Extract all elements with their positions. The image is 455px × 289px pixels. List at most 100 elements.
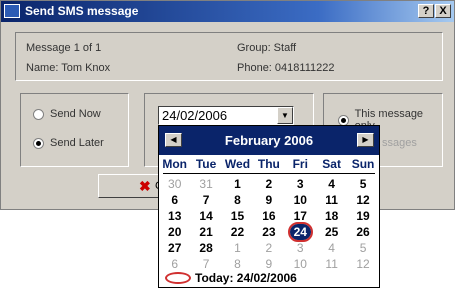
today-link[interactable]: Today: 24/02/2006 xyxy=(165,271,297,285)
day-cell[interactable]: 5 xyxy=(347,240,378,256)
day-number: 31 xyxy=(199,177,213,191)
day-cell[interactable]: 7 xyxy=(190,256,221,272)
title-bar: Send SMS message ? X xyxy=(1,1,454,22)
this-message-only-radio[interactable] xyxy=(338,114,349,126)
day-cell[interactable]: 2 xyxy=(253,240,284,256)
day-number: 6 xyxy=(171,193,179,207)
day-cell[interactable]: 12 xyxy=(347,192,378,208)
selected-day-cell[interactable]: 24 xyxy=(285,222,316,242)
day-cell[interactable]: 1 xyxy=(222,176,253,192)
send-later-label: Send Later xyxy=(50,137,104,149)
day-cell[interactable]: 8 xyxy=(222,192,253,208)
day-cell[interactable]: 11 xyxy=(316,256,347,272)
day-cell[interactable]: 10 xyxy=(285,256,316,272)
day-number: 12 xyxy=(356,257,370,271)
day-number: 2 xyxy=(265,241,273,255)
weekday-header-row: Mon Tue Wed Thu Fri Sat Sun xyxy=(159,157,379,173)
day-number: 4 xyxy=(328,177,335,191)
send-now-label: Send Now xyxy=(50,108,101,120)
weekday-label: Mon xyxy=(162,157,188,171)
day-cell[interactable]: 12 xyxy=(347,256,378,272)
cancel-x-icon: ✖ xyxy=(139,178,151,194)
day-cell[interactable]: 22 xyxy=(222,224,253,240)
message-index: Message 1 of 1 xyxy=(26,42,102,54)
day-cell[interactable]: 9 xyxy=(253,192,284,208)
recipient-phone: Phone: 0418111222 xyxy=(237,62,335,74)
day-cell[interactable]: 2 xyxy=(253,176,284,192)
calendar-week-row: 6 7 8 9 10 11 12 xyxy=(159,192,379,208)
calendar-week-row: 27 28 1 2 3 4 5 xyxy=(159,240,379,256)
day-cell[interactable]: 4 xyxy=(316,176,347,192)
day-cell[interactable]: 25 xyxy=(316,224,347,240)
window-title: Send SMS message xyxy=(25,4,139,18)
day-number: 20 xyxy=(168,225,182,239)
day-cell[interactable]: 28 xyxy=(190,240,221,256)
day-number: 8 xyxy=(234,257,241,271)
day-cell[interactable]: 19 xyxy=(347,208,378,224)
day-cell[interactable]: 16 xyxy=(253,208,284,224)
day-number: 22 xyxy=(230,225,245,239)
send-now-option[interactable]: Send Now xyxy=(33,108,101,120)
day-cell[interactable]: 20 xyxy=(159,224,190,240)
weekday-label: Sun xyxy=(351,157,375,171)
calendar-week-row: 30 31 1 2 3 4 5 xyxy=(159,176,379,192)
day-cell[interactable]: 21 xyxy=(190,224,221,240)
day-number: 3 xyxy=(296,177,304,191)
day-cell[interactable]: 31 xyxy=(190,176,221,192)
day-number: 15 xyxy=(230,209,245,223)
day-cell[interactable]: 4 xyxy=(316,240,347,256)
weekday-divider xyxy=(163,173,375,174)
day-cell[interactable]: 10 xyxy=(285,192,316,208)
app-icon xyxy=(4,4,20,18)
date-picker-calendar: ◀ February 2006 ▶ Mon Tue Wed Thu Fri Sat Sun … xyxy=(158,125,380,288)
day-cell[interactable]: 18 xyxy=(316,208,347,224)
day-number: 11 xyxy=(325,193,338,207)
send-date-combobox[interactable]: 24/02/2006 ▼ xyxy=(158,106,294,125)
day-cell[interactable]: 1 xyxy=(222,240,253,256)
day-number: 7 xyxy=(202,193,210,207)
day-number: 2 xyxy=(265,177,273,191)
send-date-value[interactable]: 24/02/2006 xyxy=(162,108,227,123)
day-number: 23 xyxy=(262,225,276,239)
day-number: 6 xyxy=(171,257,179,271)
today-label: Today: 24/02/2006 xyxy=(195,271,297,285)
send-later-radio[interactable] xyxy=(33,137,44,149)
send-now-radio[interactable] xyxy=(33,108,44,120)
send-later-option[interactable]: Send Later xyxy=(33,137,104,149)
day-number: 4 xyxy=(328,241,335,255)
day-cell[interactable]: 6 xyxy=(159,192,190,208)
close-button[interactable]: X xyxy=(435,4,451,18)
day-cell[interactable]: 8 xyxy=(222,256,253,272)
day-cell[interactable]: 3 xyxy=(285,240,316,256)
calendar-week-row: 6 7 8 9 10 11 12 xyxy=(159,256,379,272)
day-number: 3 xyxy=(296,241,304,255)
day-cell[interactable]: 7 xyxy=(190,192,221,208)
day-cell[interactable]: 30 xyxy=(159,176,190,192)
all-messages-option[interactable]: ssages xyxy=(382,137,417,149)
day-number: 11 xyxy=(325,257,338,271)
day-cell[interactable]: 27 xyxy=(159,240,190,256)
day-cell[interactable]: 11 xyxy=(316,192,347,208)
day-cell[interactable]: 23 xyxy=(253,224,284,240)
day-number: 19 xyxy=(356,209,370,223)
day-cell[interactable]: 6 xyxy=(159,256,190,272)
day-cell[interactable]: 13 xyxy=(159,208,190,224)
recipient-group: Group: Staff xyxy=(237,42,297,54)
day-cell[interactable]: 15 xyxy=(222,208,253,224)
weekday-label: Sat xyxy=(322,157,341,171)
day-number: 10 xyxy=(293,257,307,271)
day-cell[interactable]: 3 xyxy=(285,176,316,192)
chevron-down-icon[interactable]: ▼ xyxy=(277,107,293,124)
day-number: 1 xyxy=(234,241,241,255)
day-cell[interactable]: 17 xyxy=(285,208,316,224)
day-cell[interactable]: 5 xyxy=(347,176,378,192)
day-cell[interactable]: 14 xyxy=(190,208,221,224)
day-number: 5 xyxy=(359,241,367,255)
next-month-icon[interactable]: ▶ xyxy=(357,133,374,147)
help-button[interactable]: ? xyxy=(418,4,434,18)
day-number: 30 xyxy=(168,177,182,191)
calendar-week-row: 20 21 22 23 24 25 26 xyxy=(159,222,379,242)
day-cell[interactable]: 9 xyxy=(253,256,284,272)
send-time-group: Send Now Send Later xyxy=(20,93,129,167)
day-cell[interactable]: 26 xyxy=(347,224,378,240)
